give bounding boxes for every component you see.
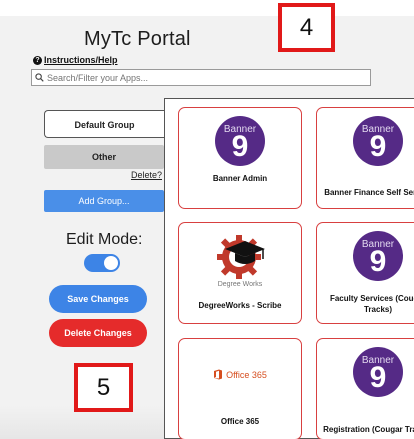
office-icon	[214, 369, 223, 380]
banner-9-logo: Banner 9	[353, 116, 403, 166]
search-box[interactable]	[31, 69, 371, 86]
office-365-logo-text: Office 365	[226, 369, 267, 380]
degreeworks-logo-text: Degree Works	[217, 281, 263, 288]
banner-9-logo: Banner 9	[353, 231, 403, 281]
delete-changes-button[interactable]: Delete Changes	[49, 319, 147, 347]
banner-logo-number: 9	[369, 130, 387, 163]
banner-logo-number: 9	[369, 361, 387, 394]
gear-graduation-cap-icon	[217, 235, 265, 279]
edit-mode-label: Edit Mode:	[66, 231, 143, 248]
app-label: Banner Admin	[212, 174, 268, 183]
search-icon	[35, 73, 44, 82]
edit-mode-toggle[interactable]	[84, 254, 120, 272]
app-tile-faculty-services[interactable]: Banner 9 Faculty Services (Cougar Tracks…	[316, 222, 414, 324]
app-label: Office 365	[220, 417, 260, 426]
help-link-label: Instructions/Help	[44, 55, 118, 65]
banner-logo-number: 9	[231, 130, 249, 163]
banner-logo-number: 9	[369, 245, 387, 278]
app-label: Registration (Cougar Tracks)	[323, 425, 414, 434]
toggle-knob	[104, 256, 118, 270]
degreeworks-logo	[179, 229, 301, 286]
banner-9-logo: Banner 9	[353, 347, 403, 397]
app-tile-banner-finance[interactable]: Banner 9 Banner Finance Self Service	[316, 107, 414, 209]
search-input[interactable]	[47, 72, 370, 83]
app-label: DegreeWorks - Scribe	[198, 301, 282, 310]
app-label: Banner Finance Self Service	[324, 188, 414, 197]
page-title: MyTc Portal	[84, 28, 191, 50]
app-tile-registration[interactable]: Banner 9 Registration (Cougar Tracks)	[316, 338, 414, 439]
apps-grid: Banner 9 Banner Admin Banner 9 Banner Fi…	[164, 98, 414, 439]
office-365-logo: Office 365	[179, 369, 301, 380]
delete-group-link[interactable]: Delete?	[120, 170, 162, 180]
annotation-marker-4: 4	[278, 3, 335, 52]
banner-9-logo: Banner 9	[215, 116, 265, 166]
add-group-button[interactable]: Add Group...	[44, 190, 164, 212]
help-link[interactable]: ? Instructions/Help	[33, 55, 118, 65]
annotation-marker-5: 5	[74, 363, 133, 412]
app-tile-office-365[interactable]: Office 365 Office 365	[178, 338, 302, 439]
tab-other[interactable]: Other	[44, 145, 164, 169]
app-tile-banner-admin[interactable]: Banner 9 Banner Admin	[178, 107, 302, 209]
top-band	[0, 0, 414, 16]
question-icon: ?	[33, 55, 42, 65]
app-label: Faculty Services (Cougar Tracks)	[329, 294, 414, 314]
app-tile-degreeworks[interactable]: Degree Works DegreeWorks - Scribe	[178, 222, 302, 324]
tab-default-group[interactable]: Default Group	[44, 110, 164, 138]
save-changes-button[interactable]: Save Changes	[49, 285, 147, 313]
